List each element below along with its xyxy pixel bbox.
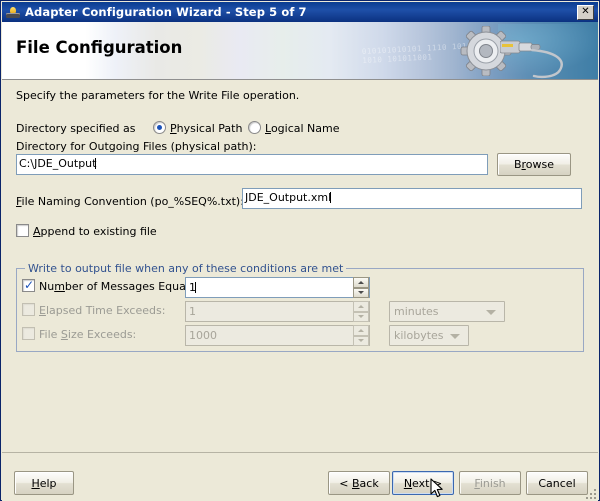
file-size-unit-value: kilobytes [394,329,444,342]
close-icon[interactable]: ✕ [577,4,594,20]
conditions-groupbox: Write to output file when any of these c… [16,262,584,352]
finish-button: Finish [459,471,521,495]
elapsed-time-input: 1 [185,301,370,322]
elapsed-time-checkbox[interactable] [22,303,35,316]
wizard-lamp-icon [5,4,21,20]
file-size-unit-combo: kilobytes [389,325,469,346]
cancel-button[interactable]: Cancel [526,471,588,495]
append-to-existing-file-label[interactable]: Append to existing file [33,225,157,238]
radio-logical-name[interactable] [248,121,261,134]
back-button[interactable]: < Back [328,471,390,495]
page-title: File Configuration [16,38,183,57]
spinner-down-button[interactable] [353,287,369,298]
cable-decor [530,48,563,79]
radio-physical-path-label[interactable]: PPhysical Pathhysical Path [170,122,242,135]
elapsed-time-spin-buttons [353,301,369,322]
dialog-button-bar: Help < Back Next > Finish Cancel [2,452,598,501]
resize-grip[interactable] [583,486,596,499]
radio-physical-path[interactable] [153,121,166,134]
adapter-configuration-wizard-window: Adapter Configuration Wizard - Step 5 of… [0,0,600,501]
file-size-spinner: 1000 [185,325,370,346]
main-content: Specify the parameters for the Write Fil… [2,80,598,452]
file-size-checkbox[interactable] [22,327,35,340]
outgoing-directory-input[interactable]: C:\JDE_Output [16,154,488,175]
elapsed-time-unit-combo: minutes [389,301,505,322]
help-button[interactable]: Help [14,471,74,495]
file-size-input: 1000 [185,325,370,346]
spinner-down-button-disabled-2 [353,335,369,346]
file-naming-label: File Naming Convention (po_%SEQ%.txt): [16,195,244,208]
title-bar: Adapter Configuration Wizard - Step 5 of… [2,2,598,22]
wizard-banner: 010101010101 1110 10101 1010 101011001 F… [2,22,598,79]
radio-physical-path-dot [157,125,162,130]
file-size-label: File Size Exceeds: [39,328,137,341]
spinner-up-button-disabled [353,301,369,312]
conditions-groupbox-title: Write to output file when any of these c… [25,262,347,275]
spinner-up-button[interactable] [353,277,369,288]
text-caret-3 [195,282,196,293]
outgoing-directory-value: C:\JDE_Output [19,157,97,170]
elapsed-time-spinner: 1 [185,301,370,322]
elapsed-time-unit-value: minutes [394,305,439,318]
spinner-up-button-disabled-2 [353,325,369,336]
browse-button[interactable]: Browse [497,153,571,176]
number-of-messages-spin-buttons[interactable] [353,277,369,298]
number-of-messages-label[interactable]: Number of Messages Equals: [39,280,198,293]
file-naming-value: JDE_Output.xml [245,191,332,204]
checkmark-icon: ✓ [24,278,35,292]
number-of-messages-spinner[interactable]: 1 [185,277,370,298]
text-caret [95,158,97,169]
number-of-messages-checkbox[interactable]: ✓ [22,279,35,292]
append-to-existing-file-checkbox[interactable] [16,224,29,237]
spinner-down-button-disabled [353,311,369,322]
chevron-down-icon [486,310,496,315]
outgoing-directory-label: Directory for Outgoing Files (physical p… [16,140,257,153]
file-naming-input[interactable]: JDE_Output.xml [242,188,582,209]
next-button[interactable]: Next > [392,471,454,495]
radio-logical-name-label[interactable]: Logical Name [265,122,340,135]
number-of-messages-input[interactable]: 1 [185,277,370,298]
file-size-spin-buttons [353,325,369,346]
chevron-down-icon-2 [450,334,460,339]
window-title: Adapter Configuration Wizard - Step 5 of… [25,5,307,19]
instruction-text: Specify the parameters for the Write Fil… [16,89,300,102]
text-caret-2 [330,192,332,203]
directory-specified-label: Directory specified as [16,122,136,135]
elapsed-time-label: Elapsed Time Exceeds: [39,304,166,317]
